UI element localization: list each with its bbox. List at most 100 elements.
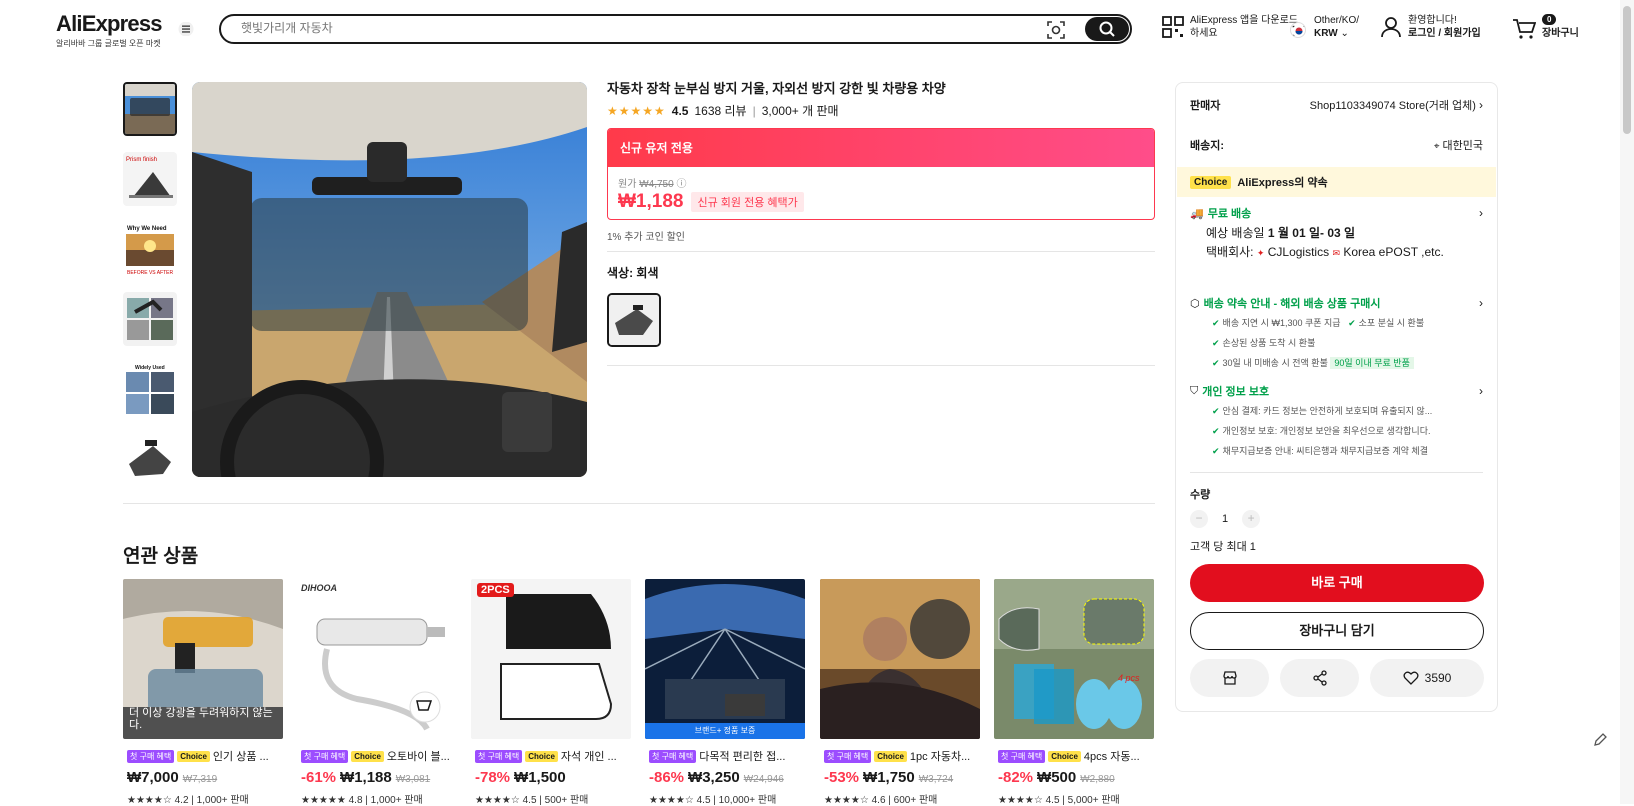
- search-button[interactable]: [1085, 17, 1129, 41]
- app-download-text: AliExpress 앱을 다운로드하세요: [1190, 15, 1298, 39]
- product-card-image: [820, 579, 980, 739]
- card-price: ₩1,750: [863, 769, 915, 786]
- product-card[interactable]: 브랜드+ 정품 보증 첫 구매 혜택 다목적 편리한 접... -86% ₩3,25…: [645, 579, 805, 806]
- ship-to-row[interactable]: 배송지: ⌖ 대한민국: [1190, 137, 1483, 153]
- card-old-price: ₩2,880: [1080, 774, 1115, 785]
- rating-value: 4.5: [671, 103, 689, 118]
- card-pack-label: 2PCS: [477, 583, 514, 597]
- share-button[interactable]: [1280, 659, 1359, 697]
- sold-count: 3,000+ 개 판매: [761, 104, 839, 118]
- product-card[interactable]: 4 pcs 첫 구매 혜택 Choice 4pcs 자동... -82% ₩500 ₩2…: [994, 579, 1154, 806]
- check-icon: ✔: [1212, 426, 1220, 436]
- price-badge: 신규 회원 전용 혜택가: [691, 192, 804, 212]
- divider: [1190, 472, 1483, 473]
- card-rating: 4.5: [1045, 795, 1060, 806]
- color-swatch-gray[interactable]: [607, 293, 661, 347]
- aliexpress-logo[interactable]: AliExpress 알리바바 그룹 글로벌 오픈 마켓: [56, 11, 163, 49]
- free-shipping-section[interactable]: 🚚 무료 배송 › 예상 배송일 1 월 01 일- 03 일 택배회사: ✦ CJ…: [1190, 205, 1483, 262]
- star-rating-icon: ★★★★★: [607, 103, 666, 118]
- card-rating: 4.5: [522, 795, 537, 806]
- card-brand-label: DIHOOA: [301, 583, 337, 593]
- thumbnail-3[interactable]: Why We Need BEFORE VS AFTER: [123, 222, 177, 276]
- thumbnail-4[interactable]: [123, 292, 177, 346]
- product-card[interactable]: 더 이상 강광을 두려워하지 않는다. 첫 구매 혜택 Choice 인기 상품 .…: [123, 579, 283, 806]
- thumbnail-5[interactable]: Widely Used: [123, 362, 177, 416]
- seller-row[interactable]: 판매자 Shop1103349074 Store(거래 업체) ›: [1190, 97, 1483, 113]
- carrier-label: 택배회사:: [1206, 245, 1254, 259]
- search-input[interactable]: [241, 21, 1001, 35]
- store-button[interactable]: [1190, 659, 1269, 697]
- shield-icon: ⛉: [1190, 384, 1199, 397]
- thumbnail-6[interactable]: [123, 432, 177, 486]
- product-card[interactable]: 첫 구매 혜택 Choice 1pc 자동차... -53% ₩1,750 ₩3,724…: [820, 579, 980, 806]
- review-count[interactable]: 1638 리뷰: [694, 102, 746, 119]
- quantity-increase-button[interactable]: +: [1242, 510, 1261, 528]
- card-rating: 4.5: [696, 795, 711, 806]
- edit-icon[interactable]: [1590, 730, 1610, 750]
- scrollbar-thumb[interactable]: [1623, 6, 1631, 134]
- card-old-price: ₩7,319: [182, 774, 218, 785]
- qr-code-icon: [1162, 16, 1184, 38]
- image-search-icon[interactable]: [1046, 20, 1066, 40]
- check-icon: ✔: [1212, 406, 1220, 416]
- region-text: Other/KO/: [1314, 15, 1360, 26]
- delivery-promise-section[interactable]: ⬡ 배송 약속 안내 - 해외 배송 상품 구매시 › ✔ 배송 지연 시 ₩1,30…: [1190, 295, 1483, 373]
- ship-to-value: 대한민국: [1442, 140, 1483, 152]
- menu-icon[interactable]: [178, 22, 194, 36]
- info-icon[interactable]: ⓘ: [676, 179, 686, 190]
- welcome-text: 환영합니다!: [1408, 15, 1457, 26]
- ship-to-label: 배송지:: [1190, 140, 1225, 152]
- new-user-price-box: 신규 유저 전용 원가 ₩4,750 ⓘ ₩1,188 신규 회원 전용 혜택가: [607, 128, 1155, 220]
- related-products-title: 연관 상품: [123, 546, 199, 567]
- star-icon: ★★★★☆: [649, 795, 694, 806]
- first-purchase-tag: 첫 구매 혜택: [475, 749, 523, 763]
- brand-plus-badge: 브랜드+ 정품 보증: [694, 726, 756, 735]
- product-card[interactable]: DIHOOA 첫 구매 혜택 Choice 오토바이 블... -61% ₩1,188…: [297, 579, 457, 806]
- quantity-decrease-button[interactable]: −: [1190, 510, 1208, 528]
- seller-label: 판매자: [1190, 100, 1221, 112]
- buy-now-button[interactable]: 바로 구매: [1190, 564, 1484, 602]
- svg-text:Prism finish: Prism finish: [126, 157, 157, 163]
- quantity-value: 1: [1222, 513, 1229, 525]
- chevron-right-icon: ›: [1479, 296, 1483, 310]
- product-card[interactable]: 2PCS 첫 구매 혜택 Choice 자석 개인 ... -78% ₩1,500 ★…: [471, 579, 631, 806]
- promise-check: 손상된 상품 도착 시 환불: [1222, 338, 1316, 348]
- purchase-panel: 판매자 Shop1103349074 Store(거래 업체) › 배송지: ⌖…: [1175, 82, 1498, 712]
- product-card-image: 더 이상 강광을 두려워하지 않는다.: [123, 579, 283, 739]
- privacy-section[interactable]: ⛉ 개인 정보 보호 › ✔ 안심 결제: 카드 정보는 안전하게 보호되며 유출되지…: [1190, 383, 1483, 461]
- svg-text:BEFORE VS AFTER: BEFORE VS AFTER: [127, 270, 174, 276]
- carrier2: Korea ePOST ,etc.: [1343, 245, 1444, 259]
- rating-row: ★★★★★ 4.5 1638 리뷰 | 3,000+ 개 판매: [607, 102, 839, 119]
- first-purchase-tag: 첫 구매 혜택: [998, 749, 1046, 763]
- box-icon: ⬡: [1190, 297, 1200, 310]
- product-card-image: DIHOOA: [297, 579, 457, 739]
- card-discount: -61%: [301, 769, 337, 786]
- card-old-price: ₩3,081: [395, 774, 431, 785]
- thumbnail-2[interactable]: Prism finish: [123, 152, 177, 206]
- card-sold: 1,000+ 판매: [370, 795, 423, 806]
- star-icon: ★★★★☆: [475, 795, 520, 806]
- card-title: 인기 상품 ...: [212, 751, 269, 763]
- coin-discount: 1% 추가 코인 할인: [607, 232, 685, 243]
- login-link[interactable]: 로그인 / 회원가입: [1408, 28, 1481, 39]
- free-shipping-label: 무료 배송: [1207, 208, 1252, 220]
- original-price: ₩4,750: [639, 179, 674, 190]
- card-overlay-text: 더 이상 강광을 두려워하지 않는다.: [129, 707, 273, 731]
- product-title: 자동차 장착 눈부심 방지 거울, 자외선 방지 강한 빛 차량용 차양: [607, 81, 946, 96]
- chevron-down-icon: ⌄: [1340, 28, 1349, 39]
- thumbnail-1[interactable]: [123, 82, 177, 136]
- page-scrollbar[interactable]: [1620, 0, 1634, 804]
- add-to-cart-button[interactable]: 장바구니 담기: [1190, 612, 1484, 650]
- card-sold: 500+ 판매: [544, 795, 589, 806]
- card-title: 자석 개인 ...: [560, 751, 617, 763]
- card-sold: 5,000+ 판매: [1067, 795, 1120, 806]
- chevron-right-icon: ›: [1479, 206, 1483, 220]
- main-product-image[interactable]: [192, 82, 587, 477]
- cart-count-badge: 0: [1542, 14, 1557, 25]
- logo-text: AliExpress: [56, 11, 163, 36]
- top-header: AliExpress 알리바바 그룹 글로벌 오픈 마켓 AliExpress …: [0, 0, 1620, 58]
- wishlist-button[interactable]: 3590: [1370, 659, 1484, 697]
- seller-name[interactable]: Shop1103349074 Store(거래 업체): [1310, 100, 1476, 112]
- card-price: ₩7,000: [127, 769, 179, 786]
- original-price-row: 원가 ₩4,750 ⓘ: [618, 175, 1144, 190]
